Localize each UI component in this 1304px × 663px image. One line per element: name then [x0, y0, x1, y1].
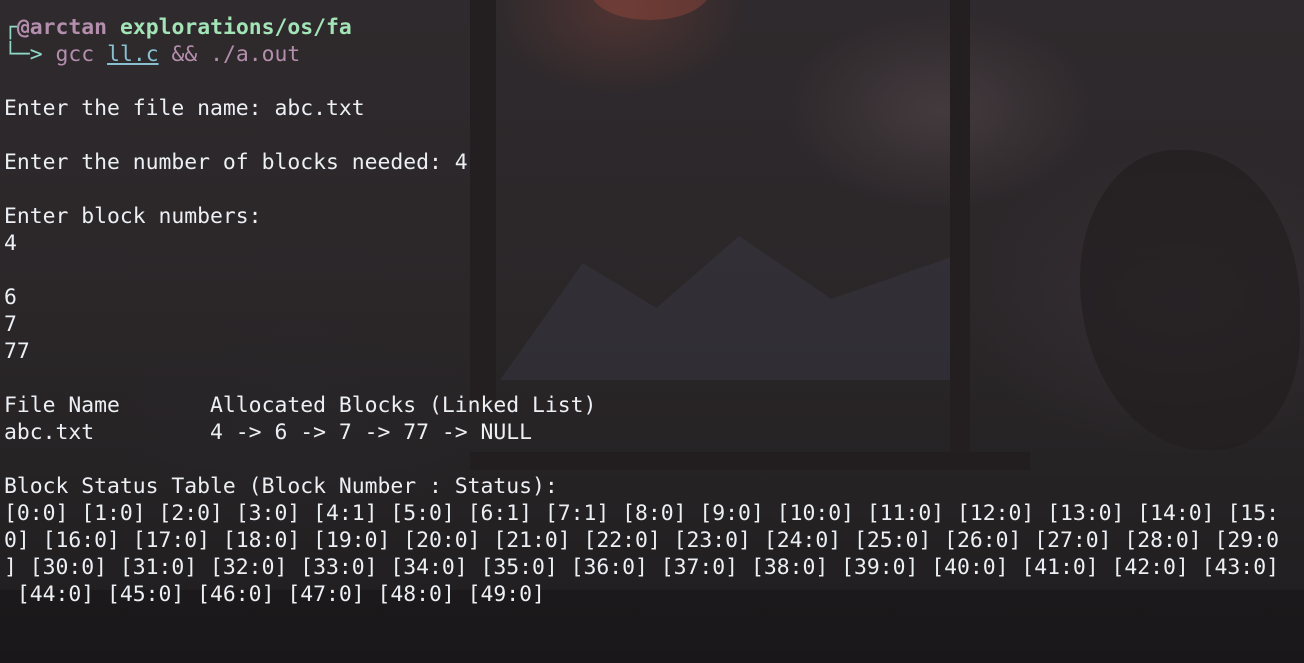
- block-input-line: [4, 257, 1304, 284]
- command-operator: &&: [171, 42, 198, 67]
- terminal-output[interactable]: ┌@arctan explorations/os/fa └─> gcc ll.c…: [4, 14, 1304, 608]
- prompt-cwd: explorations/os/fa: [119, 15, 352, 40]
- block-numbers-prompt: Enter block numbers:: [4, 204, 262, 229]
- status-table-line: [0:0] [1:0] [2:0] [3:0] [4:1] [5:0] [6:1…: [4, 501, 1279, 526]
- block-input-line: 6: [4, 285, 17, 310]
- command-line: └─> gcc ll.c && ./a.out: [4, 41, 1304, 68]
- status-table-title: Block Status Table (Block Number : Statu…: [4, 474, 558, 499]
- prompt-line: ┌@arctan explorations/os/fa: [4, 14, 1304, 41]
- command-name: gcc: [55, 42, 95, 67]
- allocation-table-row: abc.txt 4 -> 6 -> 7 -> 77 -> NULL: [4, 420, 533, 445]
- block-input-line: 4: [4, 231, 17, 256]
- blocks-needed-prompt: Enter the number of blocks needed: 4: [4, 150, 468, 175]
- status-table-line: [44:0] [45:0] [46:0] [47:0] [48:0] [49:0…: [4, 582, 545, 607]
- prompt-corner-icon: ┌: [4, 15, 17, 40]
- status-table-line: ] [30:0] [31:0] [32:0] [33:0] [34:0] [35…: [4, 555, 1279, 580]
- allocation-table-header: File Name Allocated Blocks (Linked List): [4, 393, 597, 418]
- block-input-line: 7: [4, 312, 17, 337]
- prompt-arrow-icon: └─>: [4, 42, 43, 67]
- prompt-user: @arctan: [16, 15, 108, 40]
- command-file-arg[interactable]: ll.c: [107, 42, 159, 67]
- status-table-line: 0] [16:0] [17:0] [18:0] [19:0] [20:0] [2…: [4, 528, 1279, 553]
- command-exec: ./a.out: [210, 42, 301, 67]
- block-input-line: 77: [4, 339, 30, 364]
- file-name-prompt: Enter the file name: abc.txt: [4, 96, 365, 121]
